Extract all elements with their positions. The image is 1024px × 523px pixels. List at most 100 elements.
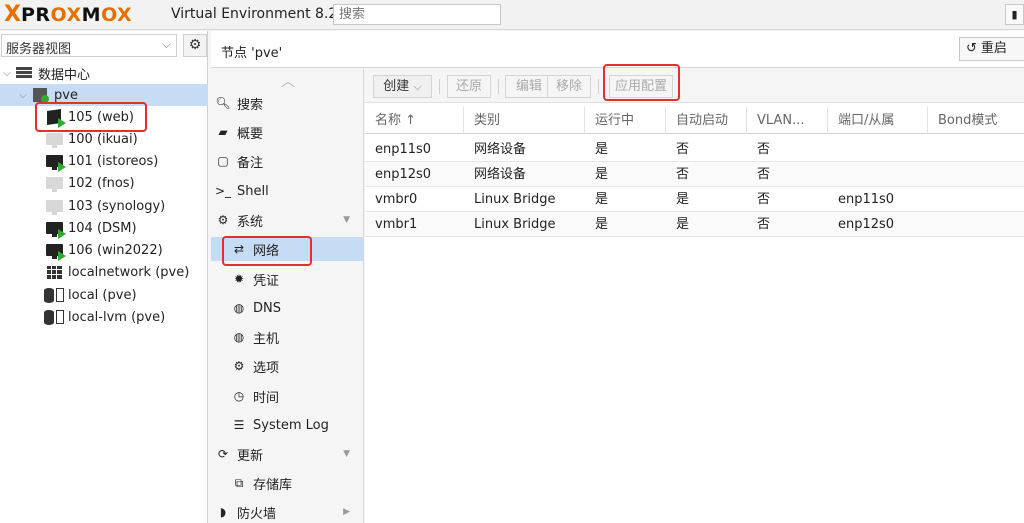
nav-item-label: 概要 — [237, 126, 264, 142]
cell-active: 是 — [595, 192, 609, 207]
nav-item-repositories[interactable]: ⧉ 存储库 — [211, 471, 364, 495]
tree-item-guest[interactable]: 101 (istoreos) — [0, 150, 208, 172]
view-selector[interactable]: 服务器视图 ⌵ — [1, 34, 177, 57]
tree-item-label: localnetwork (pve) — [68, 264, 190, 280]
undo-icon: ↺ — [966, 41, 977, 56]
tree-item-guest[interactable]: 104 (DSM) — [0, 217, 208, 239]
tree-item-guest[interactable]: 100 (ikuai) — [0, 128, 208, 150]
shield-icon: ◗ — [219, 505, 227, 519]
vm-icon — [44, 131, 64, 148]
nav-item-updates[interactable]: ⟳ 更新 ▼ — [211, 442, 364, 466]
tree-item-guest[interactable]: 105 (web) — [0, 106, 208, 128]
column-header-name[interactable]: 名称 ↑ — [365, 107, 464, 134]
nav-item-label: 存储库 — [253, 477, 293, 493]
cell-active: 是 — [595, 167, 609, 182]
gear-icon[interactable]: ⚙ — [183, 34, 207, 57]
table-row[interactable]: enp11s0 网络设备 是 否 否 — [365, 137, 1024, 162]
cell-ports: enp12s0 — [838, 217, 895, 232]
column-header-autostart[interactable]: 自动启动 — [666, 107, 747, 134]
running-icon — [58, 251, 66, 261]
vm-icon — [44, 220, 66, 239]
toolbar-divider — [598, 79, 599, 94]
tree-item-label: 106 (win2022) — [68, 242, 163, 258]
global-search-input[interactable] — [333, 4, 501, 25]
nav-item-shell[interactable]: >_ Shell — [211, 179, 364, 203]
collapse-arrow-icon[interactable]: ▼ — [343, 449, 350, 459]
nav-item-label: 搜索 — [237, 97, 264, 113]
tree-item-label: 105 (web) — [68, 109, 134, 125]
cell-name: enp11s0 — [375, 142, 432, 157]
cell-ports: enp11s0 — [838, 192, 895, 207]
create-label: 创建 — [383, 79, 410, 94]
node-icon — [30, 87, 50, 103]
tree-item-guest[interactable]: 103 (synology) — [0, 195, 208, 217]
table-header: 名称 ↑ 类别 运行中 自动启动 VLAN... 端口/从属 Bond模式 — [365, 107, 1024, 134]
revert-button[interactable]: 还原 — [447, 75, 491, 98]
logo-wordmark: PROXMOX — [20, 4, 133, 26]
nav-item-label: 时间 — [253, 390, 280, 406]
collapse-arrow-icon[interactable]: ▼ — [343, 215, 350, 225]
proxmox-logo[interactable]: X PROXMOX — [4, 4, 133, 27]
running-icon — [58, 162, 66, 172]
nav-item-summary[interactable]: ▰ 概要 — [211, 120, 364, 144]
collapse-icon[interactable]: ⌵ — [16, 90, 30, 101]
nav-item-label: 选项 — [253, 360, 280, 376]
tree-item-storage[interactable]: local-lvm (pve) — [0, 306, 208, 328]
remove-button[interactable]: 移除 — [547, 75, 591, 98]
tree-item-label: 101 (istoreos) — [68, 153, 159, 169]
refresh-icon: ⟳ — [217, 447, 229, 461]
page-title: 节点 'pve' — [221, 46, 283, 61]
nav-item-certificates[interactable]: ✹ 凭证 — [211, 267, 364, 291]
apply-config-button[interactable]: 应用配置 — [609, 75, 673, 98]
network-toolbar: 创建 ⌵ 还原 编辑 移除 应用配置 — [365, 69, 1024, 103]
nav-item-label: 更新 — [237, 448, 264, 464]
tree-item-datacenter[interactable]: ⌵ 数据中心 — [0, 62, 208, 84]
tree-item-node-pve[interactable]: ⌵ pve — [0, 84, 208, 106]
scroll-up-icon[interactable]: ︿ — [281, 71, 295, 91]
tree-item-storage[interactable]: local (pve) — [0, 284, 208, 306]
cell-active: 是 — [595, 217, 609, 232]
reboot-button[interactable]: ↺ 重启 — [959, 37, 1024, 61]
column-header-type[interactable]: 类别 — [464, 107, 585, 134]
search-icon: 🔍︎ — [215, 96, 231, 110]
column-header-bond-mode[interactable]: Bond模式 — [928, 107, 1024, 134]
tree-item-label: 103 (synology) — [68, 198, 166, 214]
top-bar: X PROXMOX Virtual Environment 8.2.7 ▮ — [0, 0, 1024, 30]
column-header-vlan[interactable]: VLAN... — [747, 107, 828, 134]
column-header-ports[interactable]: 端口/从属 — [828, 107, 928, 134]
nav-item-search[interactable]: 🔍︎ 搜索 — [211, 91, 364, 115]
nav-item-system[interactable]: ⚙ 系统 ▼ — [211, 208, 364, 232]
nav-item-label: 网络 — [253, 243, 280, 259]
cell-autostart: 是 — [676, 217, 690, 232]
tree-item-guest[interactable]: 102 (fnos) — [0, 172, 208, 194]
nav-item-time[interactable]: ◷ 时间 — [211, 384, 364, 408]
table-row[interactable]: vmbr0 Linux Bridge 是 是 否 enp11s0 — [365, 187, 1024, 212]
vm-icon — [44, 153, 66, 172]
chevron-down-icon: ⌵ — [161, 37, 171, 51]
edit-button[interactable]: 编辑 — [505, 75, 553, 98]
nav-item-hosts[interactable]: ◍ 主机 — [211, 325, 364, 349]
nav-item-network[interactable]: ⇄ 网络 — [211, 237, 364, 261]
tree-item-label: pve — [54, 87, 78, 103]
expand-arrow-icon[interactable]: ▶ — [343, 507, 350, 517]
collapse-icon[interactable]: ⌵ — [0, 68, 14, 79]
nav-item-options[interactable]: ⚙ 选项 — [211, 354, 364, 378]
nav-item-notes[interactable]: ▢ 备注 — [211, 149, 364, 173]
create-button[interactable]: 创建 ⌵ — [373, 75, 432, 98]
resource-tree-panel: 服务器视图 ⌵ ⚙ ⌵ 数据中心 ⌵ pve 105 (web) 100 (ik… — [0, 31, 208, 523]
nav-item-firewall[interactable]: ◗ 防火墙 ▶ — [211, 500, 364, 523]
documentation-icon[interactable]: ▮ — [1005, 4, 1024, 25]
running-icon — [58, 229, 66, 239]
files-icon: ⧉ — [234, 475, 244, 490]
table-row[interactable]: enp12s0 网络设备 是 否 否 — [365, 162, 1024, 187]
column-header-active[interactable]: 运行中 — [585, 107, 666, 134]
tree-item-guest[interactable]: 106 (win2022) — [0, 239, 208, 261]
nav-item-label: 防火墙 — [237, 506, 277, 522]
tree-item-label: 数据中心 — [38, 67, 91, 83]
tree-item-label: 102 (fnos) — [68, 175, 135, 191]
tree-item-sdn[interactable]: localnetwork (pve) — [0, 261, 208, 283]
table-row[interactable]: vmbr1 Linux Bridge 是 是 否 enp12s0 — [365, 212, 1024, 237]
nav-item-label: 主机 — [253, 331, 280, 347]
nav-item-dns[interactable]: ◍ DNS — [211, 296, 364, 320]
nav-item-syslog[interactable]: ☰ System Log — [211, 413, 364, 437]
